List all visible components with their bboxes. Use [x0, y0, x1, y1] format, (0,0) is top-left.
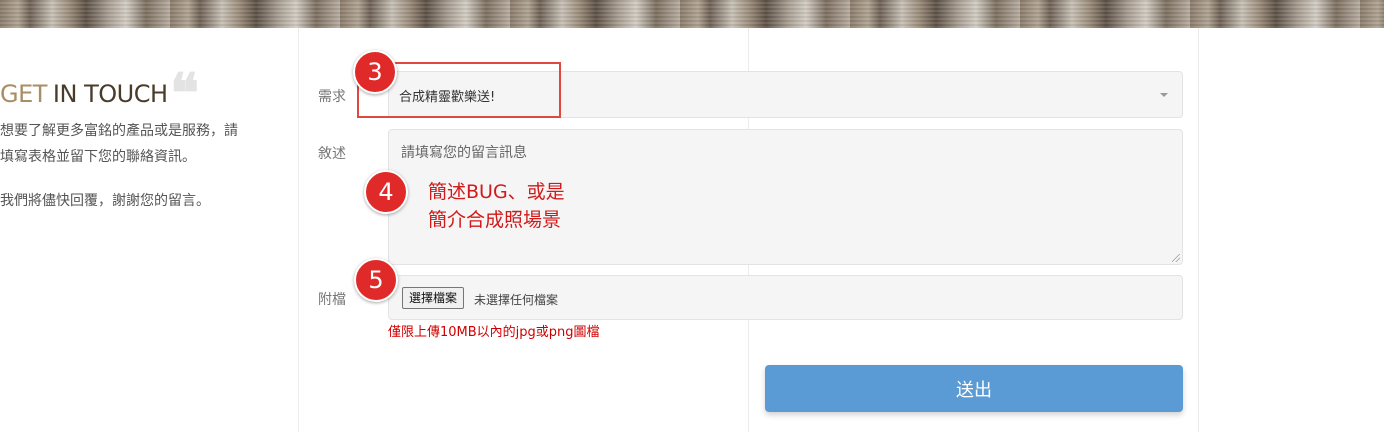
- section-title: GET IN TOUCH: [0, 78, 168, 110]
- quote-icon: ❝: [170, 61, 200, 125]
- annotation-badge-3: 3: [353, 50, 397, 94]
- attachment-file-input[interactable]: 選擇檔案 未選擇任何檔案: [388, 275, 1183, 320]
- need-label: 需求: [318, 89, 346, 105]
- description-placeholder: 請填寫您的留言訊息: [401, 145, 527, 161]
- annotation-note: 簡述BUG、或是 簡介合成照場景: [428, 178, 565, 234]
- column-divider: [298, 28, 299, 432]
- resize-handle-icon[interactable]: [1172, 254, 1180, 262]
- annotation-badge-5: 5: [354, 258, 398, 302]
- description-label: 敘述: [318, 146, 346, 162]
- chevron-down-icon: [1160, 93, 1168, 97]
- intro-text: 想要了解更多富銘的產品或是服務，請 填寫表格並留下您的聯絡資訊。: [0, 118, 280, 170]
- intro-line-1: 想要了解更多富銘的產品或是服務，請: [0, 123, 238, 139]
- column-divider: [1198, 28, 1199, 432]
- file-size-hint: 僅限上傳10MB以內的jpg或png圖檔: [388, 325, 600, 340]
- file-status-text: 未選擇任何檔案: [474, 293, 559, 307]
- intro-line-2: 填寫表格並留下您的聯絡資訊。: [0, 149, 196, 165]
- reply-note: 我們將儘快回覆，謝謝您的留言。: [0, 193, 210, 209]
- annotation-note-line-2: 簡介合成照場景: [428, 209, 562, 231]
- header-banner-image: [0, 0, 1384, 28]
- attachment-label: 附檔: [318, 292, 346, 308]
- title-rest: IN TOUCH: [52, 80, 168, 108]
- choose-file-button[interactable]: 選擇檔案: [402, 287, 465, 309]
- title-highlight: GET: [0, 80, 47, 108]
- submit-button[interactable]: 送出: [765, 365, 1183, 412]
- annotation-note-line-1: 簡述BUG、或是: [428, 181, 565, 203]
- annotation-badge-4: 4: [364, 170, 408, 214]
